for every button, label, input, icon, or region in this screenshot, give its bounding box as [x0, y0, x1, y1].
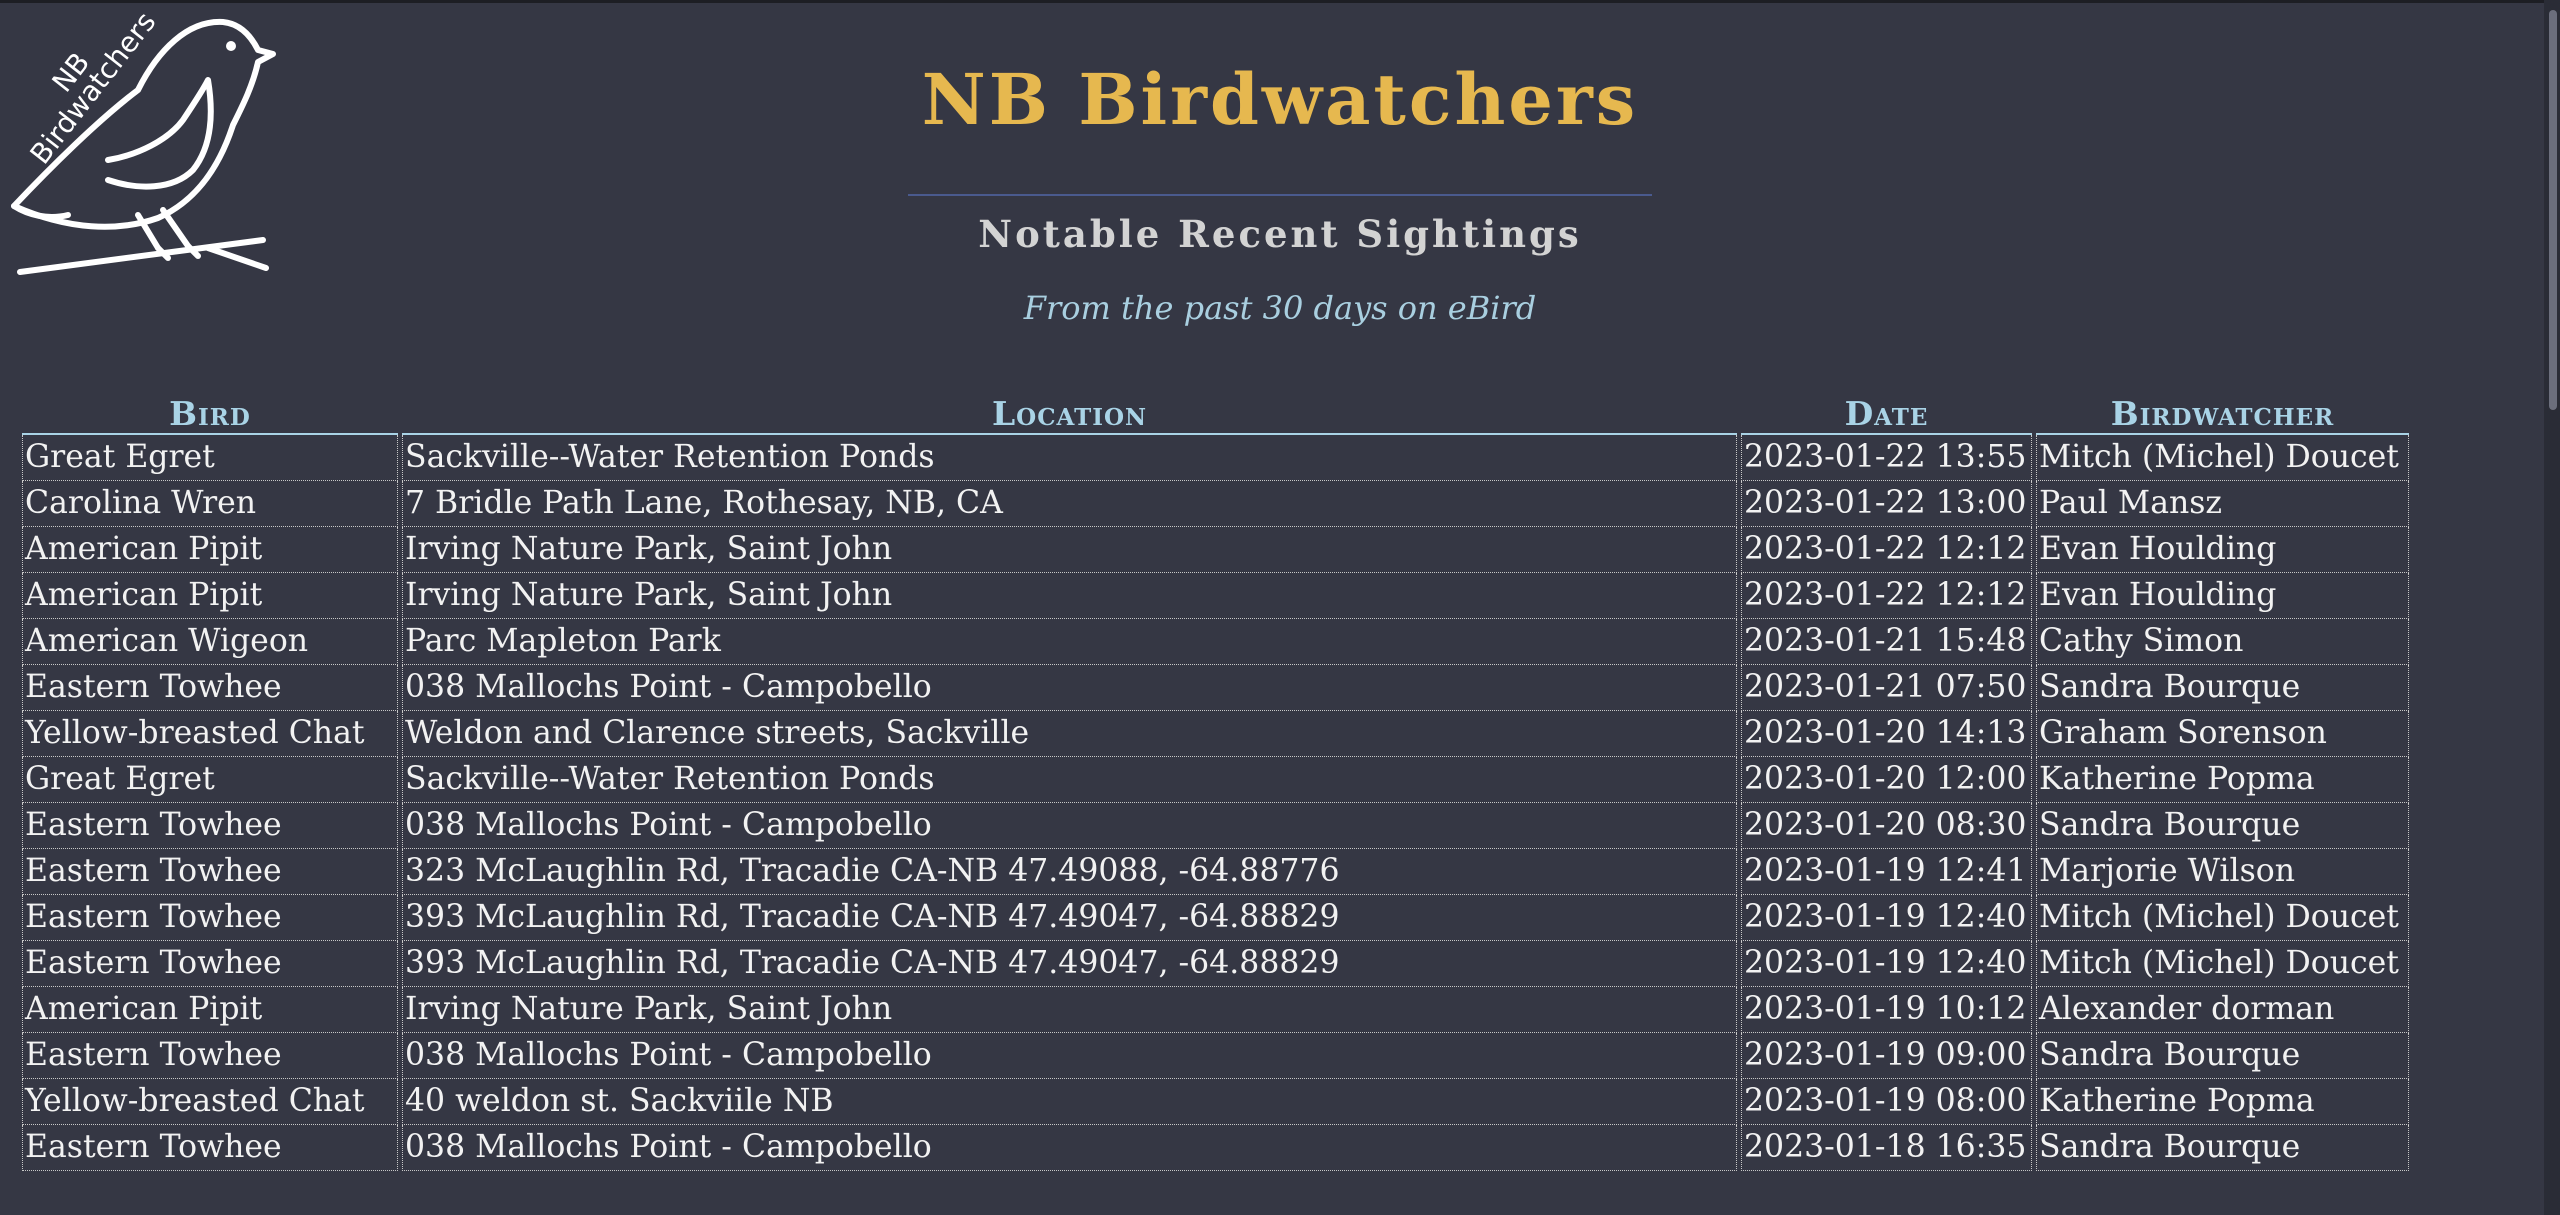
- location-cell: 7 Bridle Path Lane, Rothesay, NB, CA: [402, 481, 1737, 527]
- birdwatcher-cell: Marjorie Wilson: [2036, 849, 2409, 895]
- birdwatcher-cell: Katherine Popma: [2036, 1079, 2409, 1125]
- date-cell: 2023-01-19 12:40: [1741, 941, 2032, 987]
- table-row: Eastern Towhee 323 McLaughlin Rd, Tracadi…: [22, 849, 2409, 895]
- table-header-row: Bird Location Date Birdwatcher: [22, 395, 2409, 435]
- date-cell: 2023-01-19 09:00: [1741, 1033, 2032, 1079]
- title-underline: [908, 194, 1652, 196]
- bird-cell: American Pipit: [22, 527, 398, 573]
- site-title-link[interactable]: NB Birdwatchers: [908, 60, 1652, 220]
- site-title-text: NB Birdwatchers: [921, 58, 1639, 141]
- date-cell: 2023-01-19 08:00: [1741, 1079, 2032, 1125]
- birdwatcher-cell: Katherine Popma: [2036, 757, 2409, 803]
- birdwatcher-cell: Alexander dorman: [2036, 987, 2409, 1033]
- birdwatcher-cell: Mitch (Michel) Doucet: [2036, 895, 2409, 941]
- date-cell: 2023-01-19 10:12: [1741, 987, 2032, 1033]
- bird-cell: Eastern Towhee: [22, 849, 398, 895]
- date-cell: 2023-01-18 16:35: [1741, 1125, 2032, 1171]
- location-cell: Irving Nature Park, Saint John: [402, 527, 1737, 573]
- location-cell: Parc Mapleton Park: [402, 619, 1737, 665]
- scrollbar-thumb[interactable]: [2549, 10, 2557, 410]
- table-row: Eastern Towhee 038 Mallochs Point - Campo…: [22, 803, 2409, 849]
- page-tagline: From the past 30 days on eBird: [1023, 289, 1537, 327]
- date-cell: 2023-01-22 13:00: [1741, 481, 2032, 527]
- birdwatcher-cell: Sandra Bourque: [2036, 1125, 2409, 1171]
- location-cell: 393 McLaughlin Rd, Tracadie CA-NB 47.490…: [402, 941, 1737, 987]
- date-cell: 2023-01-22 12:12: [1741, 527, 2032, 573]
- location-cell: 393 McLaughlin Rd, Tracadie CA-NB 47.490…: [402, 895, 1737, 941]
- table-row: Yellow-breasted Chat Weldon and Clarence …: [22, 711, 2409, 757]
- birdwatcher-cell: Evan Houlding: [2036, 527, 2409, 573]
- table-row: Eastern Towhee 038 Mallochs Point - Campo…: [22, 1125, 2409, 1171]
- birdwatcher-cell: Evan Houlding: [2036, 573, 2409, 619]
- bird-cell: American Wigeon: [22, 619, 398, 665]
- table-row: American Pipit Irving Nature Park, Saint …: [22, 527, 2409, 573]
- location-cell: Sackville--Water Retention Ponds: [402, 435, 1737, 481]
- sightings-table: Bird Location Date Birdwatcher Great Egr…: [18, 395, 2413, 1171]
- location-cell: 038 Mallochs Point - Campobello: [402, 665, 1737, 711]
- table-row: Great Egret Sackville--Water Retention Po…: [22, 435, 2409, 481]
- birdwatcher-cell: Sandra Bourque: [2036, 803, 2409, 849]
- column-header-bird[interactable]: Bird: [22, 395, 398, 435]
- bird-cell: Yellow-breasted Chat: [22, 711, 398, 757]
- location-cell: Irving Nature Park, Saint John: [402, 987, 1737, 1033]
- column-header-location[interactable]: Location: [402, 395, 1737, 435]
- location-cell: 038 Mallochs Point - Campobello: [402, 1033, 1737, 1079]
- bird-cell: Eastern Towhee: [22, 941, 398, 987]
- table-row: American Pipit Irving Nature Park, Saint …: [22, 573, 2409, 619]
- location-cell: Sackville--Water Retention Ponds: [402, 757, 1737, 803]
- table-row: Eastern Towhee 393 McLaughlin Rd, Tracadi…: [22, 895, 2409, 941]
- column-header-date[interactable]: Date: [1741, 395, 2032, 435]
- bird-cell: Eastern Towhee: [22, 665, 398, 711]
- birdwatcher-cell: Graham Sorenson: [2036, 711, 2409, 757]
- table-row: Carolina Wren 7 Bridle Path Lane, Rothesa…: [22, 481, 2409, 527]
- vertical-scrollbar[interactable]: [2544, 0, 2560, 1215]
- birdwatcher-cell: Cathy Simon: [2036, 619, 2409, 665]
- table-row: Eastern Towhee 393 McLaughlin Rd, Tracadi…: [22, 941, 2409, 987]
- location-cell: Irving Nature Park, Saint John: [402, 573, 1737, 619]
- bird-cell: American Pipit: [22, 573, 398, 619]
- top-border: [0, 0, 2560, 3]
- page-subtitle: Notable Recent Sightings: [978, 212, 1582, 256]
- bird-cell: American Pipit: [22, 987, 398, 1033]
- date-cell: 2023-01-22 12:12: [1741, 573, 2032, 619]
- bird-cell: Great Egret: [22, 757, 398, 803]
- bird-cell: Eastern Towhee: [22, 1125, 398, 1171]
- birdwatcher-cell: Mitch (Michel) Doucet: [2036, 941, 2409, 987]
- date-cell: 2023-01-20 12:00: [1741, 757, 2032, 803]
- bird-cell: Eastern Towhee: [22, 895, 398, 941]
- date-cell: 2023-01-20 14:13: [1741, 711, 2032, 757]
- location-cell: 323 McLaughlin Rd, Tracadie CA-NB 47.490…: [402, 849, 1737, 895]
- date-cell: 2023-01-21 15:48: [1741, 619, 2032, 665]
- date-cell: 2023-01-19 12:41: [1741, 849, 2032, 895]
- table-row: Eastern Towhee 038 Mallochs Point - Campo…: [22, 665, 2409, 711]
- bird-eye-icon: [226, 41, 236, 51]
- location-cell: 038 Mallochs Point - Campobello: [402, 1125, 1737, 1171]
- bird-cell: Great Egret: [22, 435, 398, 481]
- table-row: Great Egret Sackville--Water Retention Po…: [22, 757, 2409, 803]
- location-cell: 038 Mallochs Point - Campobello: [402, 803, 1737, 849]
- bird-cell: Yellow-breasted Chat: [22, 1079, 398, 1125]
- birdwatcher-cell: Mitch (Michel) Doucet: [2036, 435, 2409, 481]
- location-cell: Weldon and Clarence streets, Sackville: [402, 711, 1737, 757]
- table-row: Yellow-breasted Chat 40 weldon st. Sackvi…: [22, 1079, 2409, 1125]
- site-title: NB Birdwatchers: [0, 60, 2560, 220]
- birdwatcher-cell: Paul Mansz: [2036, 481, 2409, 527]
- date-cell: 2023-01-22 13:55: [1741, 435, 2032, 481]
- birdwatcher-cell: Sandra Bourque: [2036, 665, 2409, 711]
- location-cell: 40 weldon st. Sackviile NB: [402, 1079, 1737, 1125]
- sightings-table-body: Great Egret Sackville--Water Retention Po…: [22, 435, 2409, 1171]
- bird-cell: Eastern Towhee: [22, 1033, 398, 1079]
- birdwatcher-cell: Sandra Bourque: [2036, 1033, 2409, 1079]
- table-row: American Pipit Irving Nature Park, Saint …: [22, 987, 2409, 1033]
- date-cell: 2023-01-19 12:40: [1741, 895, 2032, 941]
- column-header-birdwatcher[interactable]: Birdwatcher: [2036, 395, 2409, 435]
- date-cell: 2023-01-21 07:50: [1741, 665, 2032, 711]
- date-cell: 2023-01-20 08:30: [1741, 803, 2032, 849]
- bird-cell: Carolina Wren: [22, 481, 398, 527]
- table-row: American Wigeon Parc Mapleton Park 2023-01…: [22, 619, 2409, 665]
- table-row: Eastern Towhee 038 Mallochs Point - Campo…: [22, 1033, 2409, 1079]
- bird-cell: Eastern Towhee: [22, 803, 398, 849]
- page: NB Birdwatchers NB Birdwatchers Notable …: [0, 0, 2560, 1215]
